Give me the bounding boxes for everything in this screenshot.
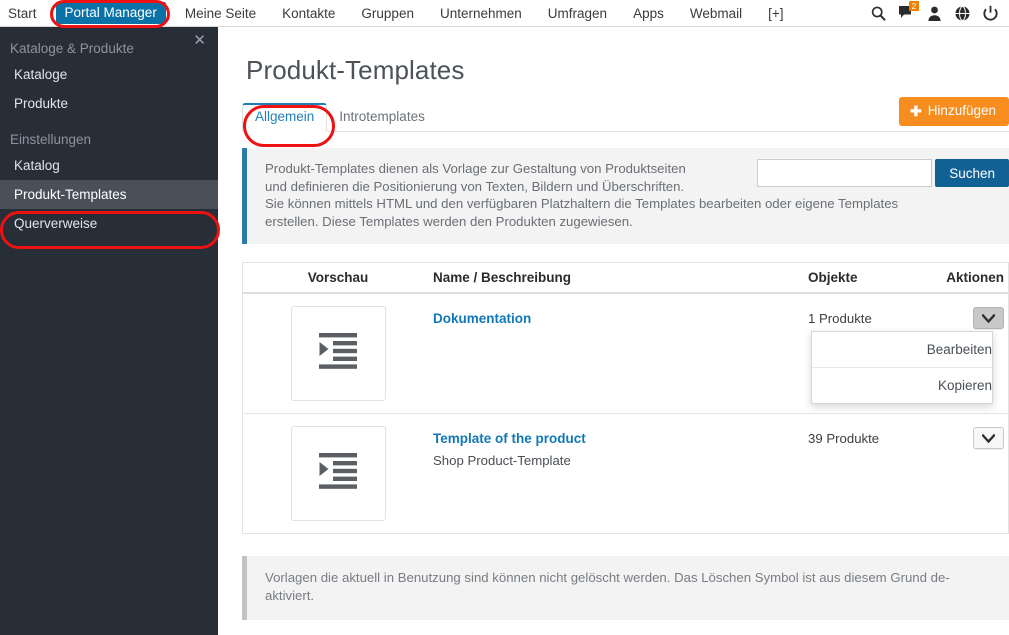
top-navigation-bar: Start Portal Manager Meine Seite Kontakte Gr… xyxy=(0,0,1009,27)
indent-list-icon xyxy=(317,451,359,496)
page-title: Produkt-Templates xyxy=(246,55,465,85)
nav-item-webmail[interactable]: Webmail xyxy=(677,0,755,27)
nav-item-unternehmen[interactable]: Unternehmen xyxy=(427,0,535,27)
nav-item-apps[interactable]: Apps xyxy=(620,0,677,27)
table-header-row: Vorschau Name / Beschreibung Objekte Akt… xyxy=(243,263,1008,294)
sidebar-item-katalog[interactable]: Katalog xyxy=(0,151,218,180)
close-icon[interactable]: ✕ xyxy=(193,32,206,50)
tab-bar: Allgemein Introtemplates ✚ Hinzufügen xyxy=(242,97,1009,132)
table-body: Dokumentation 1 Produkte Bearbeiten Kopiere… xyxy=(243,294,1008,533)
cell-name: Dokumentation xyxy=(433,306,808,401)
nav-item-meine-seite[interactable]: Meine Seite xyxy=(172,0,269,27)
template-description: Shop Product-Template xyxy=(433,453,571,468)
chevron-down-icon[interactable] xyxy=(973,307,1004,329)
nav-item-gruppen[interactable]: Gruppen xyxy=(348,0,427,27)
cell-preview xyxy=(243,426,433,521)
nav-item-[interactable]: [+] xyxy=(755,0,796,27)
cell-name: Template of the product Shop Product-Temp… xyxy=(433,426,808,521)
search-input[interactable] xyxy=(757,159,933,187)
main-content: Produkt-Templates Allgemein Introtemplate… xyxy=(218,27,1009,635)
template-thumbnail[interactable] xyxy=(290,306,386,401)
tab-allgemein[interactable]: Allgemein xyxy=(242,103,328,132)
sidebar-item-produkt-templates[interactable]: Produkt-Templates xyxy=(0,180,218,209)
nav-item-umfragen[interactable]: Umfragen xyxy=(535,0,620,27)
notice-box: Vorlagen die aktuell in Benutzung sind k… xyxy=(242,556,1009,620)
sidebar-group-title: Einstellungen xyxy=(10,132,92,147)
cell-preview xyxy=(243,306,433,401)
menu-item-kopieren[interactable]: Kopieren xyxy=(812,368,992,403)
cell-actions: Bearbeiten Kopieren xyxy=(811,306,1008,404)
header-objects: Objekte xyxy=(808,270,858,285)
search-button[interactable]: Suchen xyxy=(935,159,1009,187)
plus-icon: ✚ xyxy=(909,103,922,119)
header-preview: Vorschau xyxy=(307,270,369,285)
menu-item-bearbeiten[interactable]: Bearbeiten xyxy=(812,332,992,368)
search-area: Suchen xyxy=(757,159,1009,187)
add-button[interactable]: ✚ Hinzufügen xyxy=(898,97,1009,126)
template-name-link[interactable]: Dokumentation xyxy=(433,310,808,327)
templates-table: Vorschau Name / Beschreibung Objekte Akt… xyxy=(242,262,1009,534)
chevron-down-icon[interactable] xyxy=(973,427,1004,449)
template-thumbnail[interactable] xyxy=(290,426,386,521)
cell-objects-count: 39 Produkte xyxy=(808,431,880,446)
sidebar-sections: Kataloge & Produkte Kataloge Produkte Einst… xyxy=(0,38,218,238)
cell-actions xyxy=(933,426,1008,521)
power-icon[interactable] xyxy=(982,5,999,22)
sidebar: ✕ Kataloge & Produkte Kataloge Produkte Ein… xyxy=(0,27,218,635)
info-box: Produkt-Templates dienen als Vorlage zur… xyxy=(242,148,1009,244)
nav-item-kontakte[interactable]: Kontakte xyxy=(269,0,348,27)
header-actions: Aktionen xyxy=(946,270,1004,285)
search-icon[interactable] xyxy=(870,5,887,22)
add-button-label: Hinzufügen xyxy=(927,103,996,118)
nav-item-start[interactable]: Start xyxy=(0,0,50,27)
sidebar-group-title: Kataloge & Produkte xyxy=(10,41,134,56)
table-row: Dokumentation 1 Produkte Bearbeiten Kopiere… xyxy=(243,294,1008,414)
actions-dropdown-menu: Bearbeiten Kopieren xyxy=(811,331,993,404)
template-name-link[interactable]: Template of the product xyxy=(433,430,808,447)
table-row: Template of the product Shop Product-Temp… xyxy=(243,414,1008,533)
top-nav-icons: 2 xyxy=(870,0,1005,27)
sidebar-item-produkte[interactable]: Produkte xyxy=(0,89,218,118)
nav-item-portal-manager[interactable]: Portal Manager xyxy=(55,2,166,24)
globe-icon[interactable] xyxy=(954,5,971,22)
tabs-host: Allgemein Introtemplates xyxy=(242,103,437,132)
sidebar-item-querverweise[interactable]: Querverweise xyxy=(0,209,218,238)
indent-list-icon xyxy=(317,331,359,376)
chat-icon[interactable]: 2 xyxy=(898,1,919,22)
header-name: Name / Beschreibung xyxy=(433,270,572,285)
chat-badge: 2 xyxy=(909,1,919,11)
user-icon[interactable] xyxy=(926,5,943,22)
sidebar-item-kataloge[interactable]: Kataloge xyxy=(0,60,218,89)
top-nav-items: Start Portal Manager Meine Seite Kontakte Gr… xyxy=(0,0,797,27)
tab-introtemplates[interactable]: Introtemplates xyxy=(327,104,437,131)
